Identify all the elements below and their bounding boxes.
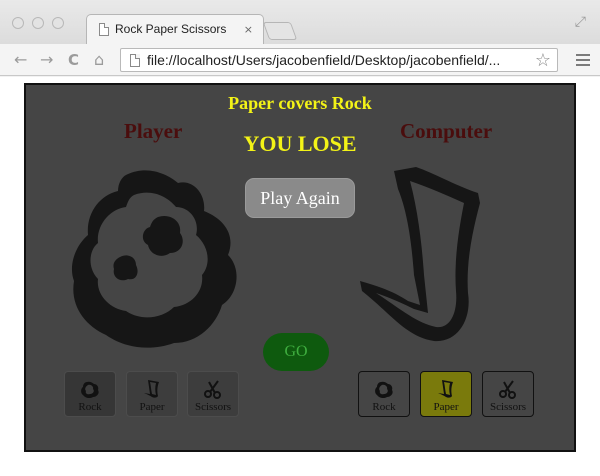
choice-label: Rock (78, 401, 102, 413)
new-tab-button[interactable] (262, 22, 298, 40)
menu-icon[interactable] (576, 54, 590, 69)
paper-icon (144, 380, 159, 398)
home-icon[interactable]: ⌂ (94, 50, 104, 70)
choice-label: Paper (139, 401, 165, 413)
computer-choice-paper: Paper (420, 371, 472, 417)
browser-toolbar: ← → C ⌂ file://localhost/Users/jacobenfi… (0, 44, 600, 76)
player-choice-rock[interactable]: Rock (64, 371, 116, 417)
game-board: Paper covers Rock Player Computer YOU LO… (24, 83, 576, 452)
player-choice-paper[interactable]: Paper (126, 371, 178, 417)
page-document-icon (130, 54, 140, 67)
rock-icon (81, 381, 99, 399)
choice-label: Scissors (194, 401, 232, 413)
outcome-message: Paper covers Rock (228, 93, 372, 113)
browser-tab[interactable]: Rock Paper Scissors × (86, 14, 264, 44)
document-icon (99, 22, 109, 36)
computer-paper-icon (360, 167, 480, 342)
forward-icon[interactable]: → (40, 50, 53, 70)
tab-title: Rock Paper Scissors (115, 22, 227, 36)
paper-icon (438, 380, 453, 398)
close-window-button[interactable] (12, 17, 24, 29)
result-message: YOU LOSE (243, 131, 357, 156)
go-button[interactable]: GO (263, 333, 329, 371)
player-choice-scissors[interactable]: Scissors (187, 371, 239, 417)
choice-label: Scissors (489, 401, 527, 413)
play-again-button[interactable]: Play Again (245, 178, 355, 218)
back-icon[interactable]: ← (14, 50, 27, 70)
zoom-window-button[interactable] (52, 17, 64, 29)
minimize-window-button[interactable] (32, 17, 44, 29)
address-bar[interactable]: file://localhost/Users/jacobenfield/Desk… (120, 48, 558, 72)
scissors-icon (499, 380, 516, 399)
page-viewport: Paper covers Rock Player Computer YOU LO… (0, 77, 600, 476)
computer-choice-scissors: Scissors (482, 371, 534, 417)
tab-strip: Rock Paper Scissors × ⤢ (0, 0, 600, 44)
choice-label: Rock (372, 401, 396, 413)
tab-close-icon[interactable]: × (244, 23, 253, 36)
url-text[interactable]: file://localhost/Users/jacobenfield/Desk… (147, 52, 500, 68)
rock-icon (375, 381, 393, 399)
computer-choice-rock: Rock (358, 371, 410, 417)
scissors-icon (204, 380, 221, 399)
choice-label: Paper (433, 401, 459, 413)
player-rock-icon (71, 170, 237, 348)
bookmark-star-icon[interactable]: ☆ (535, 50, 551, 71)
reload-icon[interactable]: C (68, 50, 79, 70)
fullscreen-icon[interactable]: ⤢ (575, 14, 586, 30)
browser-window: Rock Paper Scissors × ⤢ ← → C ⌂ file://l… (0, 0, 600, 476)
